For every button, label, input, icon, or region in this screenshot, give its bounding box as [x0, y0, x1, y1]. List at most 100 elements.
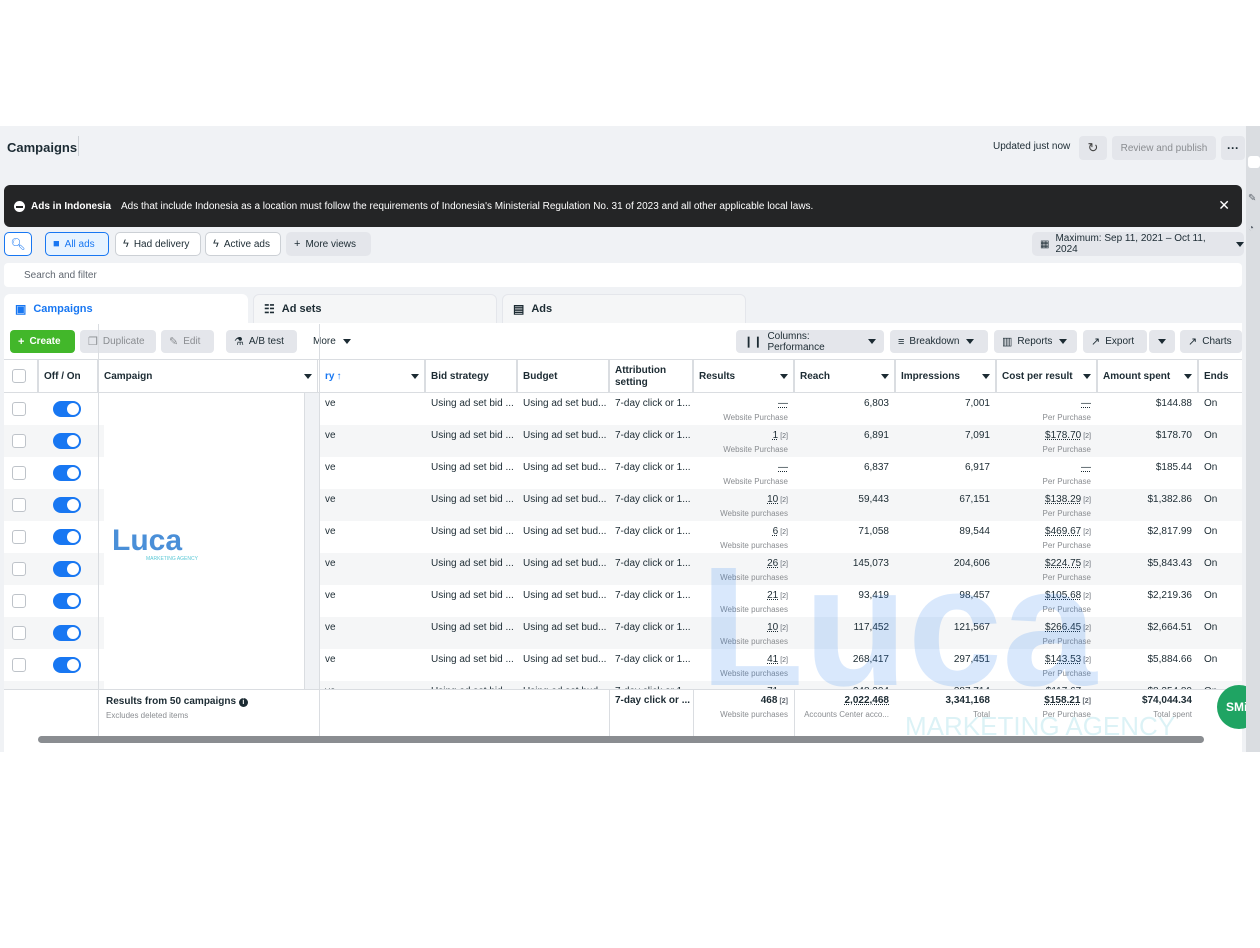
export-options-button[interactable] — [1149, 330, 1175, 353]
chevron-down-icon — [1083, 374, 1091, 379]
column-divider — [794, 359, 795, 393]
row-checkbox[interactable] — [12, 434, 26, 448]
cell-bid: Using ad set bid ... — [431, 622, 514, 633]
cell-budget: Using ad set bud... — [523, 494, 607, 505]
row-checkbox[interactable] — [12, 498, 26, 512]
banner-title: Ads in Indonesia — [31, 200, 112, 212]
campaign-header[interactable]: Campaign — [98, 360, 318, 393]
row-checkbox[interactable] — [12, 658, 26, 672]
table-row[interactable]: veUsing ad set bid ...Using ad set bud..… — [4, 425, 1242, 457]
campaign-toggle[interactable] — [53, 465, 81, 481]
cell-ends: On — [1204, 558, 1218, 569]
cell-reach: 93,419 — [858, 590, 889, 601]
campaign-toggle[interactable] — [53, 593, 81, 609]
campaign-toggle[interactable] — [53, 561, 81, 577]
review-publish-button[interactable]: Review and publish — [1112, 136, 1216, 160]
charts-button[interactable]: ↗ Charts — [1180, 330, 1242, 353]
summary-campaign: Results from 50 campaigns i Excludes del… — [100, 696, 254, 720]
edit-button[interactable]: ✎ Edit — [161, 330, 214, 353]
cell-reach: 71,058 — [858, 526, 889, 537]
pencil-icon[interactable]: ✎ — [1248, 188, 1260, 204]
campaign-toggle[interactable] — [53, 657, 81, 673]
campaign-link-fragment[interactable] — [106, 593, 109, 601]
cell-amount-spent: $2,664.51 — [1147, 622, 1193, 633]
campaign-link-fragment[interactable] — [106, 401, 109, 409]
campaign-link-fragment[interactable] — [106, 497, 109, 505]
row-checkbox[interactable] — [12, 530, 26, 544]
campaign-toggle[interactable] — [53, 529, 81, 545]
create-button[interactable]: + Create — [10, 330, 75, 353]
reports-button[interactable]: ▥ Reports — [994, 330, 1077, 353]
cell-cost-per-result: $224.75 [2] Per Purchase — [1042, 558, 1091, 582]
select-all-checkbox[interactable] — [12, 369, 26, 383]
table-row[interactable]: veUsing ad set bid ...Using ad set bud..… — [4, 393, 1242, 425]
pencil-icon: ✎ — [169, 336, 179, 348]
cell-cost-per-result: $266.45 [2] Per Purchase — [1042, 622, 1091, 646]
ab-test-button[interactable]: ⚗ A/B test — [226, 330, 297, 353]
cost-per-result-header[interactable]: Cost per result — [996, 360, 1097, 393]
chevron-down-icon — [1158, 339, 1166, 344]
column-divider — [319, 324, 320, 738]
export-button[interactable]: ↗ Export — [1083, 330, 1147, 353]
minus-circle-icon — [14, 200, 25, 212]
campaign-link-fragment[interactable] — [106, 561, 109, 569]
horizontal-scrollbar[interactable] — [38, 736, 1204, 743]
campaign-link-fragment[interactable] — [106, 625, 109, 633]
budget-header[interactable]: Budget — [517, 360, 609, 393]
row-checkbox[interactable] — [12, 626, 26, 640]
more-views-button[interactable]: + More views — [286, 232, 371, 256]
table-row[interactable]: veUsing ad set bid ...Using ad set bud..… — [4, 585, 1242, 617]
row-checkbox[interactable] — [12, 402, 26, 416]
ends-header[interactable]: Ends — [1198, 360, 1242, 393]
impressions-header[interactable]: Impressions — [895, 360, 996, 393]
clock-icon[interactable]: ◔ — [1248, 218, 1260, 234]
campaign-toggle[interactable] — [53, 401, 81, 417]
refresh-button[interactable]: ↻ — [1079, 136, 1107, 160]
tab-ad-sets[interactable]: ☷ Ad sets — [253, 294, 497, 324]
cell-ends: On — [1204, 622, 1218, 633]
table-row[interactable]: veUsing ad set bid ...Using ad set bud..… — [4, 457, 1242, 489]
info-icon[interactable]: i — [238, 698, 248, 707]
row-checkbox[interactable] — [12, 466, 26, 480]
campaign-link-fragment[interactable] — [106, 657, 109, 665]
close-icon[interactable]: ✕ — [1218, 197, 1230, 214]
breakdown-button[interactable]: ≡ Breakdown — [890, 330, 988, 353]
row-checkbox[interactable] — [12, 562, 26, 576]
more-options-button[interactable]: ··· — [1221, 136, 1245, 160]
tab-campaigns[interactable]: ▣ Campaigns — [4, 294, 248, 324]
table-row[interactable]: veUsing ad set bid ...Using ad set bud..… — [4, 489, 1242, 521]
duplicate-button[interactable]: ❐ Duplicate — [80, 330, 156, 353]
search-filter-input[interactable]: Search and filter — [4, 263, 1242, 287]
campaign-toggle[interactable] — [53, 497, 81, 513]
cell-amount-spent: $185.44 — [1155, 462, 1192, 473]
campaign-link-fragment[interactable] — [106, 433, 109, 441]
table-row[interactable]: veUsing ad set bid ...Using ad set bud..… — [4, 681, 1242, 689]
cell-attr: 7-day click or 1... — [615, 462, 691, 473]
table-row[interactable]: veUsing ad set bid ...Using ad set bud..… — [4, 649, 1242, 681]
chevron-down-icon — [304, 374, 312, 379]
reach-header[interactable]: Reach — [794, 360, 895, 393]
search-button[interactable]: 🔍︎ — [4, 232, 32, 256]
amount-spent-header[interactable]: Amount spent — [1097, 360, 1198, 393]
chevron-down-icon — [1236, 241, 1244, 247]
results-header[interactable]: Results — [693, 360, 794, 393]
date-range-picker[interactable]: ▦ Maximum: Sep 11, 2021 – Oct 11, 2024 — [1032, 232, 1244, 256]
delivery-header[interactable]: ry ↑ — [319, 360, 425, 393]
row-checkbox[interactable] — [12, 594, 26, 608]
chart-icon[interactable] — [1248, 156, 1260, 168]
tab-ads[interactable]: ▤ Ads — [502, 294, 746, 324]
campaign-toggle[interactable] — [53, 433, 81, 449]
campaign-link-fragment[interactable] — [106, 465, 109, 473]
cell-delivery: ve — [319, 681, 425, 689]
active-ads-view[interactable]: ϟ Active ads — [205, 232, 281, 256]
more-actions-button[interactable]: More — [305, 330, 355, 353]
bid-strategy-header[interactable]: Bid strategy — [425, 360, 517, 393]
campaign-link-fragment[interactable] — [106, 529, 109, 537]
all-ads-view[interactable]: ■ All ads — [45, 232, 109, 256]
had-delivery-view[interactable]: ϟ Had delivery — [115, 232, 201, 256]
table-row[interactable]: veUsing ad set bid ...Using ad set bud..… — [4, 617, 1242, 649]
table-summary-row: Results from 50 campaigns i Excludes del… — [4, 324, 1242, 738]
columns-button[interactable]: ❙❙ Columns: Performance — [736, 330, 884, 353]
campaign-toggle[interactable] — [53, 625, 81, 641]
attribution-header[interactable]: Attribution setting — [609, 360, 693, 393]
